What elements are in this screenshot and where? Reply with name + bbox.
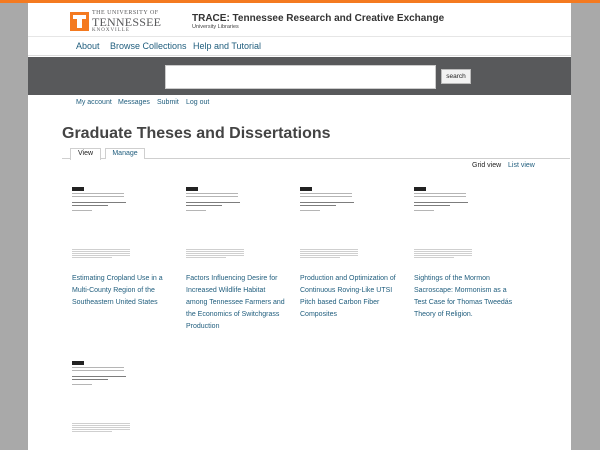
result-title-line: Sightings of the Mormon [414,275,490,282]
tab-bar: View Manage [62,145,570,160]
list-view-link[interactable]: List view [508,162,535,169]
result-card: Production and Optimization of Continuous… [300,187,405,321]
result-title-line: Pitch based Carbon Fiber [300,299,380,306]
result-card: Factors Influencing Desire for Increased … [186,187,291,333]
messages-link[interactable]: Messages [118,99,150,106]
result-title-line: Composites [300,311,337,318]
my-account-link[interactable]: My account [76,99,112,106]
result-card [72,361,177,433]
result-title-line: among Tennessee Farmers and [186,299,285,306]
document-thumbnail[interactable] [300,187,360,259]
user-links: My account Messages Submit Log out [28,95,571,115]
page-title: Graduate Theses and Dissertations [62,125,331,142]
nav-browse-collections[interactable]: Browse Collections [110,41,187,51]
result-title-line: Southeastern United States [72,299,158,306]
power-t-logo-icon [70,12,89,31]
nav-about[interactable]: About [76,41,100,51]
nav-help-and-tutorial[interactable]: Help and Tutorial [193,41,261,51]
site-header: THE UNIVERSITY OF TENNESSEE KNOXVILLE TR… [28,3,571,37]
result-title-link[interactable]: Estimating Cropland Use in a Multi-County… [72,273,172,309]
tab-manage[interactable]: Manage [105,148,145,159]
document-thumbnail[interactable] [72,361,132,433]
document-thumbnail[interactable] [72,187,132,259]
result-title-line: the Economics of Switchgrass [186,311,280,318]
search-band: search [28,57,571,95]
log-out-link[interactable]: Log out [186,99,209,106]
result-title-line: Production and Optimization of [300,275,396,282]
result-title-link[interactable]: Production and Optimization of Continuous… [300,273,400,321]
result-title-line: Continuous Roving-Like UTSI [300,287,393,294]
result-title-line: Multi-County Region of the [72,287,155,294]
result-title-line: Production [186,323,220,330]
site-title[interactable]: TRACE: Tennessee Research and Creative E… [192,13,444,24]
result-title-line: Estimating Cropland Use in a [72,275,163,282]
tab-view[interactable]: View [70,148,101,160]
site-subtitle: University Libraries [192,24,239,30]
document-thumbnail[interactable] [186,187,246,259]
document-thumbnail[interactable] [414,187,474,259]
result-title-link[interactable]: Factors Influencing Desire for Increased … [186,273,286,333]
main-nav: About Browse Collections Help and Tutori… [28,37,571,56]
university-logo[interactable]: THE UNIVERSITY OF TENNESSEE KNOXVILLE [70,10,161,33]
page-container: THE UNIVERSITY OF TENNESSEE KNOXVILLE TR… [28,3,571,450]
submit-link[interactable]: Submit [157,99,179,106]
result-card: Sightings of the Mormon Sacroscape: Mormo… [414,187,519,321]
result-title-line: Factors Influencing Desire for [186,275,278,282]
result-title-line: Theory of Religion. [414,311,473,318]
logo-line-2: TENNESSEE [92,15,162,29]
result-title-line: Sacroscape: Mormonism as a [414,287,507,294]
search-button[interactable]: search [441,69,471,84]
result-title-link[interactable]: Sightings of the Mormon Sacroscape: Mormo… [414,273,514,321]
search-input[interactable] [165,65,436,89]
result-title-line: Increased Wildlife Habitat [186,287,266,294]
result-card: Estimating Cropland Use in a Multi-County… [72,187,177,309]
result-title-line: Test Case for Thomas Tweedás [414,299,513,306]
grid-view-link[interactable]: Grid view [472,162,501,169]
